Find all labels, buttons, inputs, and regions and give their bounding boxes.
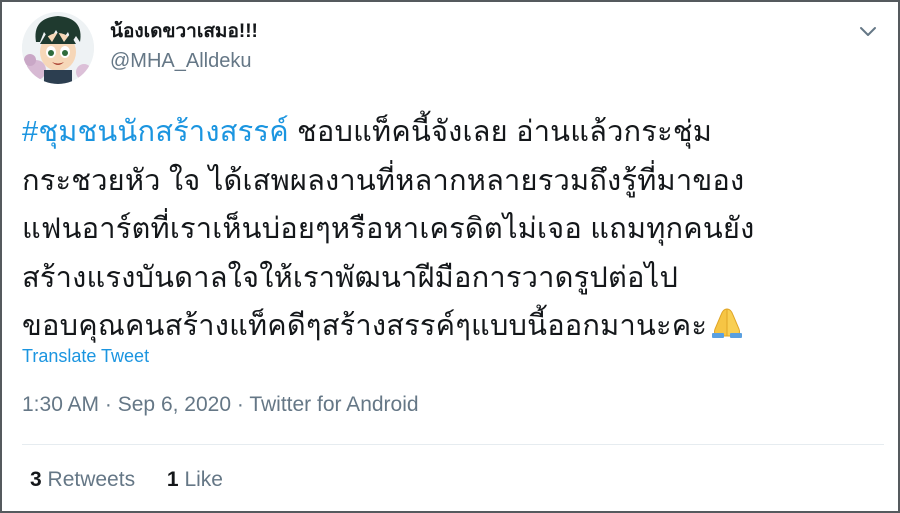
tweet-date[interactable]: Sep 6, 2020: [118, 393, 231, 416]
meta-separator: ·: [104, 393, 112, 416]
tweet-text-line-4: สร้างแรงบันดาลใจให้เราพัฒนาฝีมือการวาดรู…: [22, 261, 679, 294]
chevron-down-icon[interactable]: [857, 20, 879, 42]
tweet-text-line-1: ชอบแท็คนี้จังเลย อ่านแล้วกระชุ่ม: [288, 116, 713, 148]
tweet-text-line-2: กระชวยหัว ใจ ได้เสพผลงานที่หลากหลายรวมถึ…: [22, 164, 745, 197]
author-names: น้องเดขวาเสมอ!!! @MHA_Alldeku: [110, 20, 258, 74]
meta-separator: ·: [236, 393, 244, 416]
avatar[interactable]: [22, 12, 94, 84]
avatar-image: [22, 12, 94, 84]
tweet-meta: 1:30 AM · Sep 6, 2020 · Twitter for Andr…: [22, 393, 419, 417]
retweets-stat[interactable]: 3 Retweets: [30, 468, 135, 492]
display-name[interactable]: น้องเดขวาเสมอ!!!: [110, 20, 258, 44]
retweets-label: Retweets: [47, 468, 136, 491]
hashtag-link[interactable]: #ชุมชนนักสร้างสรรค์: [22, 116, 289, 148]
folded-hands-emoji: [707, 305, 747, 339]
user-handle[interactable]: @MHA_Alldeku: [110, 48, 258, 74]
tweet-text-line-5: ขอบคุณคนสร้างแท็คดีๆสร้างสรรค์ๆแบบนี้ออก…: [22, 310, 708, 342]
tweet-text: #ชุมชนนักสร้างสรรค์ ชอบแท็คนี้จังเลย อ่า…: [22, 108, 872, 351]
likes-count: 1: [166, 468, 179, 491]
tweet-time[interactable]: 1:30 AM: [22, 393, 99, 416]
tweet-stats: 3 Retweets 1 Like: [30, 468, 223, 492]
tweet-text-line-3: แฟนอาร์ตที่เราเห็นบ่อยๆหรือหาเครดิตไม่เจ…: [22, 213, 755, 245]
translate-tweet-link[interactable]: Translate Tweet: [22, 346, 149, 367]
tweet-header: น้องเดขวาเสมอ!!! @MHA_Alldeku: [22, 12, 887, 92]
likes-label: Like: [184, 468, 223, 491]
tweet-card: น้องเดขวาเสมอ!!! @MHA_Alldeku #ชุมชนนักส…: [0, 0, 900, 513]
retweets-count: 3: [30, 468, 42, 491]
tweet-source[interactable]: Twitter for Android: [249, 393, 418, 416]
likes-stat[interactable]: 1 Like: [167, 468, 223, 492]
divider: [22, 444, 884, 445]
